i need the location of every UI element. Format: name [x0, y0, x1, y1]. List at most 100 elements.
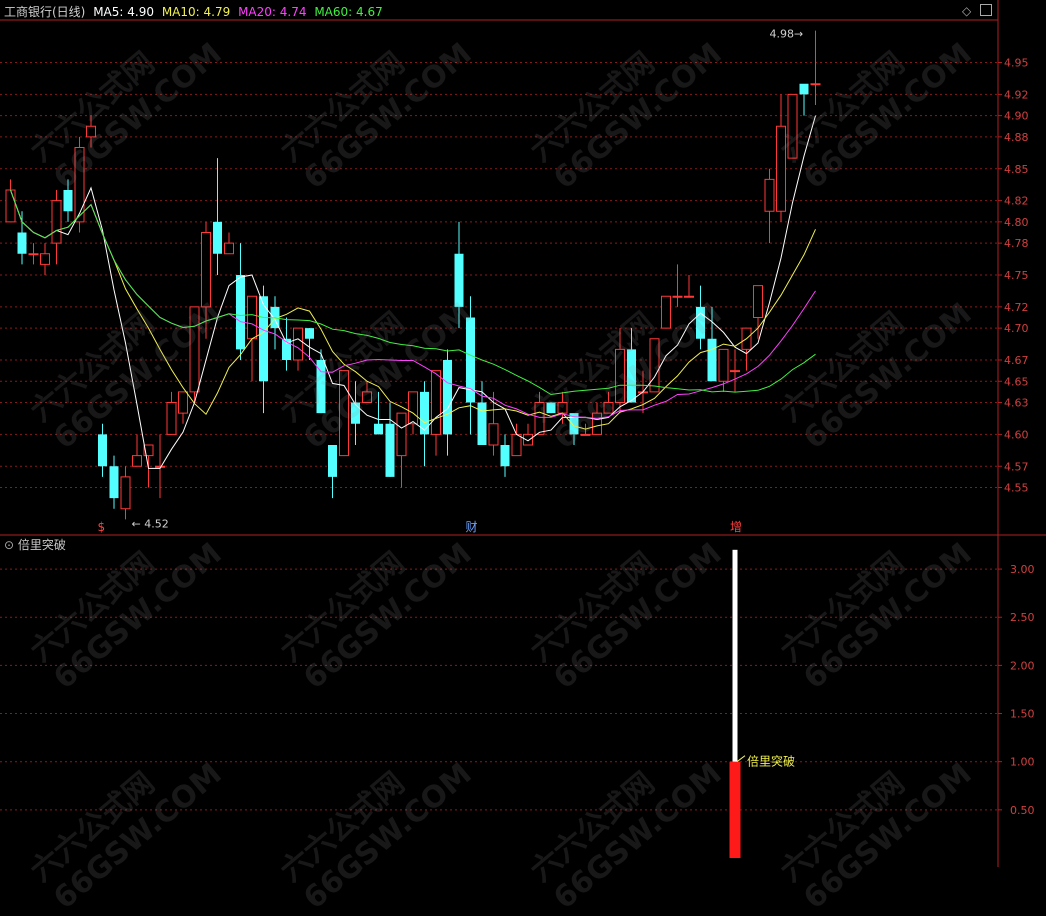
indicator-tick-label: 3.00 — [1010, 563, 1035, 576]
candle-body-down — [696, 306, 705, 339]
price-tick-label: 4.63 — [1004, 397, 1029, 410]
candle-body-up — [189, 306, 200, 393]
price-tick-label: 4.60 — [1004, 428, 1029, 441]
indicator-tick-label: 0.50 — [1010, 804, 1035, 817]
candle-body-up — [40, 253, 50, 265]
candle-body-down — [799, 83, 809, 95]
price-tick-label: 4.75 — [1004, 269, 1029, 282]
stock-title: 工商银行(日线) — [4, 5, 86, 19]
ma20-value: MA20: 4.74 — [238, 5, 307, 19]
candle-body-down — [374, 423, 383, 435]
candle-body-down — [305, 328, 314, 339]
candle-body-up — [201, 232, 211, 308]
candle-body-down — [213, 221, 222, 254]
candle-body-down — [454, 253, 464, 307]
indicator-tick-label: 1.00 — [1010, 756, 1035, 769]
ma60-value: MA60: 4.67 — [314, 5, 383, 19]
candle-body-up — [51, 200, 62, 244]
indicator-header: ⊙ 倍里突破 — [4, 536, 66, 553]
candle-body-up — [5, 189, 16, 223]
candle-body-up — [534, 402, 545, 435]
collapse-icon[interactable]: ⊙ — [4, 538, 14, 552]
candle-body-down — [98, 434, 107, 467]
candle-body-down — [443, 360, 452, 435]
ma10-value: MA10: 4.79 — [161, 5, 231, 19]
diamond-icon[interactable]: ◇ — [962, 4, 971, 18]
candle-body-up — [764, 178, 775, 212]
candle-body-up — [810, 83, 821, 86]
ma-line-ma20 — [10, 189, 816, 419]
candle-body-down — [63, 190, 73, 212]
candle-body-up — [661, 295, 671, 329]
candle-body-up — [488, 423, 499, 446]
indicator-tick-label: 2.50 — [1010, 611, 1035, 624]
price-tick-label: 4.90 — [1004, 110, 1029, 123]
indicator-bar — [732, 549, 738, 762]
candle-body-up — [787, 93, 798, 159]
candle-body-up — [615, 348, 625, 403]
candle-body-up — [396, 412, 407, 457]
candle-body-down — [236, 275, 245, 350]
indicator-bar-label: 倍里突破 — [747, 754, 795, 769]
candle-body-up — [362, 391, 372, 403]
candle-body-up — [684, 295, 694, 298]
event-marker: $ — [98, 520, 106, 534]
candle-body-up — [603, 402, 614, 414]
candle-body-down — [17, 232, 27, 254]
candle-body-up — [86, 125, 96, 138]
candle-body-up — [293, 327, 303, 361]
indicator-title: 倍里突破 — [17, 538, 66, 552]
candle-body-up — [120, 476, 131, 510]
price-tick-label: 4.80 — [1004, 216, 1029, 229]
indicator-bar — [729, 761, 741, 858]
candle-body-down — [546, 402, 556, 414]
candle-body-up — [523, 433, 533, 446]
candle-body-up — [178, 391, 188, 414]
candle-body-up — [718, 348, 729, 382]
high-price-label: 4.98→ — [770, 28, 804, 41]
price-tick-label: 4.95 — [1004, 57, 1029, 70]
candle-body-down — [328, 445, 337, 477]
candle-body-up — [592, 412, 602, 435]
stock-chart: 4.55 4.57 4.60 4.63 4.65 4.67 4.70 4.72 4.75 4.78… — [0, 0, 1046, 867]
ma5-value: MA5: 4.90 — [93, 5, 154, 19]
candle-body-down — [109, 466, 119, 499]
price-tick-label: 4.70 — [1004, 322, 1029, 335]
low-price-label: ← 4.52 — [132, 517, 169, 530]
candle-body-down — [707, 338, 717, 382]
candle-body-up — [155, 465, 165, 468]
price-tick-label: 4.92 — [1004, 88, 1029, 101]
price-tick-label: 4.78 — [1004, 237, 1029, 250]
candle-body-up — [28, 253, 39, 256]
price-tick-label: 4.57 — [1004, 460, 1029, 473]
candle-body-up — [408, 391, 418, 425]
price-tick-label: 4.72 — [1004, 301, 1029, 314]
price-tick-label: 4.67 — [1004, 354, 1029, 367]
indicator-tick-label: 1.50 — [1010, 708, 1035, 721]
price-tick-label: 4.82 — [1004, 195, 1029, 208]
candle-body-up — [511, 433, 522, 457]
candle-body-up — [247, 295, 257, 340]
price-tick-label: 4.55 — [1004, 482, 1029, 495]
candle-body-up — [74, 147, 85, 223]
indicator-tick-label: 2.00 — [1010, 659, 1035, 672]
candle-body-down — [385, 423, 395, 477]
candle-body-up — [672, 295, 683, 298]
candle-body-down — [477, 402, 487, 445]
candle-body-up — [580, 433, 591, 436]
price-tick-label: 4.65 — [1004, 375, 1029, 388]
chart-header: 工商银行(日线) MA5: 4.90 MA10: 4.79 MA20: 4.74… — [4, 3, 383, 20]
candle-body-up — [776, 125, 786, 212]
window-toggle-icon[interactable] — [980, 4, 992, 16]
candle-body-up — [224, 242, 234, 255]
candle-body-up — [166, 402, 177, 435]
ma-line-ma60 — [10, 189, 816, 396]
event-marker: 财 — [466, 520, 478, 534]
candle-body-up — [557, 402, 568, 414]
candle-body-up — [339, 370, 349, 457]
event-marker: 增 — [730, 520, 742, 534]
candle-body-up — [753, 285, 763, 318]
price-tick-label: 4.85 — [1004, 163, 1029, 176]
candle-body-up — [649, 338, 660, 393]
candle-body-up — [132, 455, 142, 467]
